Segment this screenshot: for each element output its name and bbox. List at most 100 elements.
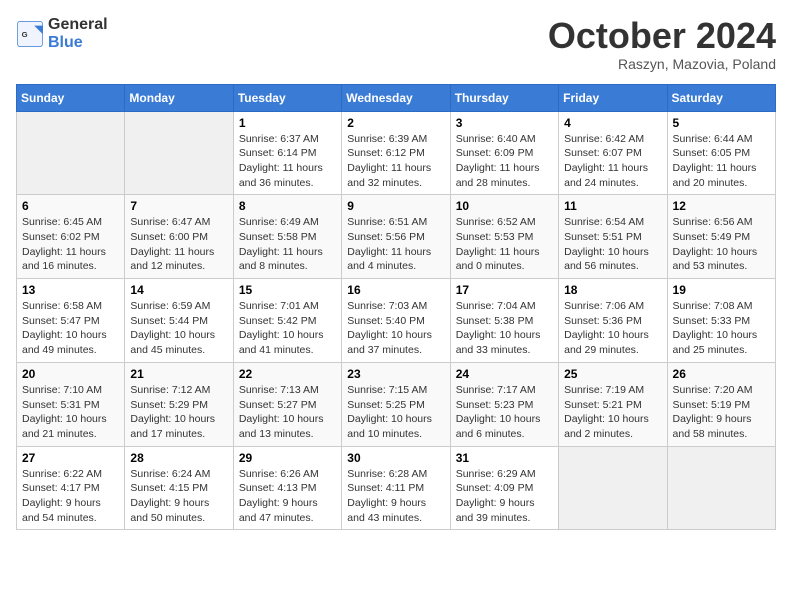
daylight-label: Daylight: 11 hours and 12 minutes.: [130, 246, 214, 273]
sunset-label: Sunset: 5:47 PM: [22, 315, 100, 327]
sunset-label: Sunset: 5:23 PM: [456, 399, 534, 411]
sunset-label: Sunset: 6:09 PM: [456, 147, 534, 159]
calendar-cell: 24Sunrise: 7:17 AMSunset: 5:23 PMDayligh…: [450, 362, 558, 446]
calendar-cell: 8 Sunrise: 6:49 AMSunset: 5:58 PMDaylight…: [233, 195, 341, 279]
calendar-week-1: 6Sunrise: 6:45 AMSunset: 6:02 PMDaylight…: [17, 195, 776, 279]
calendar-cell: [125, 111, 233, 195]
daylight-label: Daylight: 10 hours and 13 minutes.: [239, 413, 324, 440]
day-info: Sunrise: 6:39 AMSunset: 6:12 PMDaylight:…: [347, 132, 444, 191]
sunset-label: Sunset: 4:13 PM: [239, 482, 317, 494]
daylight-label: Daylight: 11 hours and 28 minutes.: [456, 162, 540, 189]
day-info: Sunrise: 6:51 AMSunset: 5:56 PMDaylight:…: [347, 215, 444, 274]
daylight-label: Daylight: 11 hours and 32 minutes.: [347, 162, 431, 189]
day-number: 22: [239, 367, 336, 381]
sunrise-label: Sunrise: 7:15 AM: [347, 384, 427, 396]
day-number: 23: [347, 367, 444, 381]
day-number: 26: [673, 367, 770, 381]
sunrise-label: Sunrise: 7:10 AM: [22, 384, 102, 396]
sunset-label: Sunset: 6:14 PM: [239, 147, 317, 159]
sunset-label: Sunset: 5:31 PM: [22, 399, 100, 411]
day-number: 24: [456, 367, 553, 381]
day-number: 14: [130, 283, 227, 297]
day-number: 3: [456, 116, 553, 130]
sunrise-label: Sunrise: 7:01 AM: [239, 300, 319, 312]
daylight-label: Daylight: 11 hours and 36 minutes.: [239, 162, 323, 189]
day-number: 13: [22, 283, 119, 297]
day-info: Sunrise: 6:42 AMSunset: 6:07 PMDaylight:…: [564, 132, 661, 191]
day-info: Sunrise: 7:12 AMSunset: 5:29 PMDaylight:…: [130, 383, 227, 442]
sunset-label: Sunset: 6:00 PM: [130, 231, 208, 243]
day-info: Sunrise: 6:40 AM Sunset: 6:09 PM Daylight:…: [456, 132, 553, 191]
sunset-label: Sunset: 5:29 PM: [130, 399, 208, 411]
sunset-label: Sunset: 6:12 PM: [347, 147, 425, 159]
calendar-cell: 9 Sunrise: 6:51 AMSunset: 5:56 PMDaylight…: [342, 195, 450, 279]
calendar-cell: 4 Sunrise: 6:42 AMSunset: 6:07 PMDaylight…: [559, 111, 667, 195]
day-info: Sunrise: 7:10 AMSunset: 5:31 PMDaylight:…: [22, 383, 119, 442]
day-number: 12: [673, 199, 770, 213]
th-wednesday: Wednesday: [342, 84, 450, 111]
day-number: 20: [22, 367, 119, 381]
day-number: 8: [239, 199, 336, 213]
daylight-label: Daylight: 10 hours and 25 minutes.: [673, 329, 758, 356]
sunset-label: Sunset: 5:40 PM: [347, 315, 425, 327]
daylight-label: Daylight: 9 hours and 43 minutes.: [347, 497, 426, 524]
daylight-label: Daylight: 9 hours and 58 minutes.: [673, 413, 752, 440]
sunset-label: Sunset: 5:51 PM: [564, 231, 642, 243]
daylight-label: Daylight: 10 hours and 56 minutes.: [564, 246, 649, 273]
sunset-label: Sunset: 4:11 PM: [347, 482, 424, 494]
sunrise-label: Sunrise: 6:52 AM: [456, 216, 536, 228]
day-info: Sunrise: 7:03 AMSunset: 5:40 PMDaylight:…: [347, 299, 444, 358]
day-number: 5: [673, 116, 770, 130]
daylight-label: Daylight: 11 hours and 4 minutes.: [347, 246, 431, 273]
day-info: Sunrise: 6:28 AMSunset: 4:11 PMDaylight:…: [347, 467, 444, 526]
sunrise-label: Sunrise: 6:44 AM: [673, 133, 753, 145]
calendar-cell: 18Sunrise: 7:06 AMSunset: 5:36 PMDayligh…: [559, 279, 667, 363]
day-number: 15: [239, 283, 336, 297]
calendar-cell: 25Sunrise: 7:19 AMSunset: 5:21 PMDayligh…: [559, 362, 667, 446]
day-info: Sunrise: 6:49 AMSunset: 5:58 PMDaylight:…: [239, 215, 336, 274]
day-number: 9: [347, 199, 444, 213]
calendar-cell: 23 Sunrise: 7:15 AM Sunset: 5:25 PM Dayligh…: [342, 362, 450, 446]
sunrise-label: Sunrise: 6:40 AM: [456, 133, 536, 145]
daylight-label: Daylight: 9 hours and 39 minutes.: [456, 497, 535, 524]
day-number: 31: [456, 451, 553, 465]
daylight-label: Daylight: 9 hours and 54 minutes.: [22, 497, 101, 524]
daylight-label: Daylight: 11 hours and 24 minutes.: [564, 162, 648, 189]
sunrise-label: Sunrise: 7:12 AM: [130, 384, 210, 396]
daylight-label: Daylight: 9 hours and 47 minutes.: [239, 497, 318, 524]
sunset-label: Sunset: 6:02 PM: [22, 231, 100, 243]
th-thursday: Thursday: [450, 84, 558, 111]
logo: G General Blue: [16, 16, 108, 51]
day-number: 17: [456, 283, 553, 297]
daylight-label: Daylight: 10 hours and 49 minutes.: [22, 329, 107, 356]
daylight-label: Daylight: 10 hours and 41 minutes.: [239, 329, 324, 356]
calendar-week-3: 20 Sunrise: 7:10 AM Sunset: 5:31 PM Dayligh…: [17, 362, 776, 446]
day-info: Sunrise: 6:52 AMSunset: 5:53 PMDaylight:…: [456, 215, 553, 274]
sunrise-label: Sunrise: 6:51 AM: [347, 216, 427, 228]
calendar-week-0: 1Sunrise: 6:37 AMSunset: 6:14 PMDaylight…: [17, 111, 776, 195]
sunset-label: Sunset: 5:36 PM: [564, 315, 642, 327]
sunrise-label: Sunrise: 6:45 AM: [22, 216, 102, 228]
day-number: 4: [564, 116, 661, 130]
calendar-cell: 7Sunrise: 6:47 AMSunset: 6:00 PMDaylight…: [125, 195, 233, 279]
day-info: Sunrise: 7:06 AMSunset: 5:36 PMDaylight:…: [564, 299, 661, 358]
daylight-label: Daylight: 10 hours and 10 minutes.: [347, 413, 432, 440]
sunset-label: Sunset: 4:15 PM: [130, 482, 208, 494]
day-info: Sunrise: 6:24 AMSunset: 4:15 PMDaylight:…: [130, 467, 227, 526]
day-number: 2: [347, 116, 444, 130]
calendar-header: Sunday Monday Tuesday Wednesday Thursday…: [17, 84, 776, 111]
day-number: 19: [673, 283, 770, 297]
calendar-cell: [17, 111, 125, 195]
calendar-cell: 12Sunrise: 6:56 AMSunset: 5:49 PMDayligh…: [667, 195, 775, 279]
calendar-cell: 17Sunrise: 7:04 AMSunset: 5:38 PMDayligh…: [450, 279, 558, 363]
calendar-cell: 31Sunrise: 6:29 AMSunset: 4:09 PMDayligh…: [450, 446, 558, 530]
sunset-label: Sunset: 5:25 PM: [347, 399, 425, 411]
sunset-label: Sunset: 6:07 PM: [564, 147, 642, 159]
sunrise-label: Sunrise: 6:29 AM: [456, 468, 536, 480]
daylight-label: Daylight: 9 hours and 50 minutes.: [130, 497, 209, 524]
day-number: 28: [130, 451, 227, 465]
daylight-label: Daylight: 11 hours and 20 minutes.: [673, 162, 757, 189]
calendar-cell: 29Sunrise: 6:26 AMSunset: 4:13 PMDayligh…: [233, 446, 341, 530]
day-info: Sunrise: 6:45 AMSunset: 6:02 PMDaylight:…: [22, 215, 119, 274]
logo-icon: G: [16, 20, 44, 48]
